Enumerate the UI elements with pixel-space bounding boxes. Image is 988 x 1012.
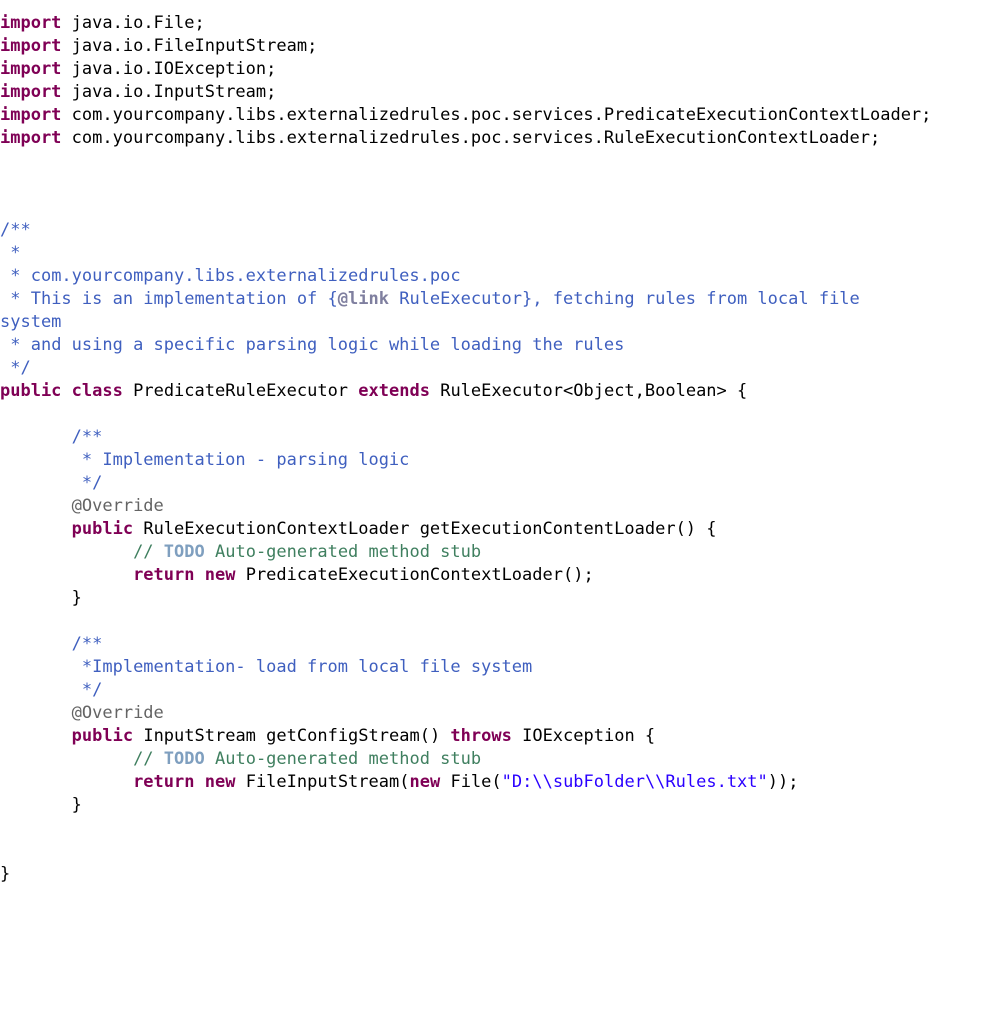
annotation-override: @Override — [72, 496, 164, 516]
keyword-new: new — [205, 565, 236, 585]
javadoc-text: Implementation - parsing logic — [102, 450, 409, 470]
method-declaration: public RuleExecutionContextLoader getExe… — [72, 519, 717, 539]
import-line: import java.io.File; — [0, 13, 205, 33]
method-name: getConfigStream — [266, 726, 420, 746]
keyword-public: public — [72, 726, 133, 746]
javadoc-close: */ — [0, 680, 102, 700]
import-line: import java.io.FileInputStream; — [0, 36, 317, 56]
class-ref: File — [450, 772, 491, 792]
constructor-call: PredicateExecutionContextLoader() — [246, 565, 584, 585]
javadoc-text: Implementation- load from local file sys… — [92, 657, 532, 677]
import-line: import java.io.IOException; — [0, 59, 276, 79]
javadoc-close: */ — [0, 358, 31, 378]
import-path: com.yourcompany.libs.externalizedrules.p… — [72, 105, 922, 125]
todo-token: TODO — [164, 542, 205, 562]
javadoc-text: and using a specific parsing logic while… — [31, 335, 625, 355]
javadoc-line: * com.yourcompany.libs.externalizedrules… — [0, 266, 461, 286]
import-path: java.io.IOException — [72, 59, 266, 79]
string-literal: "D:\\subFolder\\Rules.txt" — [502, 772, 768, 792]
javadoc-text: This is an implementation of { — [31, 289, 338, 309]
return-statement: return new FileInputStream(new File("D:\… — [133, 772, 798, 792]
comment-text: Auto-generated method stub — [215, 749, 481, 769]
keyword-new: new — [409, 772, 440, 792]
class-declaration: public class PredicateRuleExecutor exten… — [0, 381, 747, 401]
javadoc-open: /** — [0, 220, 31, 240]
annotation-override: @Override — [72, 703, 164, 723]
javadoc-text: com.yourcompany.libs.externalizedrules.p… — [31, 266, 461, 286]
class-ref: FileInputStream — [246, 772, 400, 792]
javadoc-tag-link: @link — [338, 289, 389, 309]
return-type: RuleExecutionContextLoader — [143, 519, 409, 539]
parent-class: RuleExecutor<Object,Boolean> — [440, 381, 727, 401]
javadoc-line: * and using a specific parsing logic whi… — [0, 335, 624, 355]
import-line: import java.io.InputStream; — [0, 82, 276, 102]
javadoc-line: system — [0, 312, 61, 332]
import-path: java.io.FileInputStream — [72, 36, 307, 56]
java-source: import java.io.File; import java.io.File… — [0, 0, 988, 886]
javadoc-link-target: RuleExecutor — [399, 289, 522, 309]
keyword-throws: throws — [450, 726, 511, 746]
import-path: java.io.File — [72, 13, 195, 33]
keyword-return: return — [133, 772, 194, 792]
import-line: import com.yourcompany.libs.externalized… — [0, 128, 880, 148]
javadoc-text: system — [0, 312, 61, 332]
keyword-import: import — [0, 128, 61, 148]
keyword-extends: extends — [358, 381, 430, 401]
return-statement: return new PredicateExecutionContextLoad… — [133, 565, 594, 585]
import-path: com.yourcompany.libs.externalizedrules.p… — [72, 128, 870, 148]
comment-slashes: // — [133, 749, 153, 769]
keyword-class: class — [72, 381, 123, 401]
todo-token: TODO — [164, 749, 205, 769]
javadoc-close: */ — [0, 473, 102, 493]
keyword-import: import — [0, 13, 61, 33]
keyword-return: return — [133, 565, 194, 585]
line-comment: // TODO Auto-generated method stub — [133, 749, 481, 769]
javadoc-line: * Implementation - parsing logic — [0, 450, 409, 470]
javadoc-open: /** — [72, 427, 103, 447]
keyword-public: public — [72, 519, 133, 539]
throws-type: IOException — [522, 726, 635, 746]
keyword-new: new — [205, 772, 236, 792]
keyword-import: import — [0, 105, 61, 125]
keyword-import: import — [0, 59, 61, 79]
comment-slashes: // — [133, 542, 153, 562]
javadoc-text: }, fetching rules from local file — [522, 289, 860, 309]
javadoc-line: * — [0, 243, 20, 263]
javadoc-line: * This is an implementation of {@link Ru… — [0, 289, 860, 309]
class-name: PredicateRuleExecutor — [133, 381, 348, 401]
keyword-public: public — [0, 381, 61, 401]
comment-text: Auto-generated method stub — [215, 542, 481, 562]
return-type: InputStream — [143, 726, 256, 746]
javadoc-line: *Implementation- load from local file sy… — [0, 657, 532, 677]
import-path: java.io.InputStream — [72, 82, 266, 102]
keyword-import: import — [0, 36, 61, 56]
method-declaration: public InputStream getConfigStream() thr… — [72, 726, 656, 746]
import-line: import com.yourcompany.libs.externalized… — [0, 105, 931, 125]
line-comment: // TODO Auto-generated method stub — [133, 542, 481, 562]
method-name: getExecutionContentLoader — [420, 519, 676, 539]
keyword-import: import — [0, 82, 61, 102]
javadoc-open: /** — [72, 634, 103, 654]
